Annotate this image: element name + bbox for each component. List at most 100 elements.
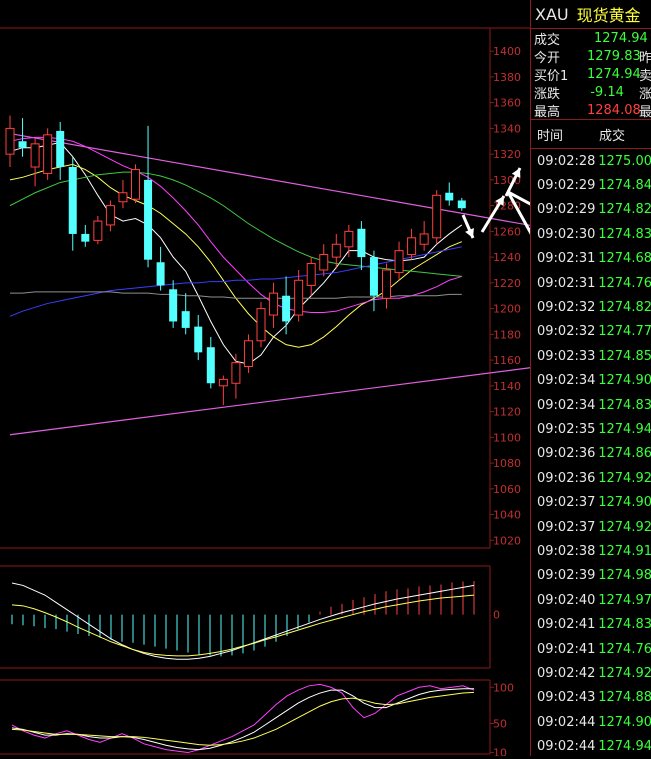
quote-row: 今开 1279.83 昨	[531, 47, 651, 66]
candle-body	[243, 340, 253, 368]
instrument-symbol: XAU	[535, 4, 569, 24]
quote-label: 最高	[534, 104, 561, 120]
tick-time: 09:02:30	[537, 226, 596, 242]
candle-body	[294, 279, 304, 316]
tick-time: 09:02:36	[537, 470, 596, 486]
quote-panel: XAU 现货黄金 成交 1274.94 今开 1279.83 昨 买价1 127…	[530, 0, 651, 756]
tick-price: 1274.94	[598, 421, 651, 437]
candle-body	[43, 134, 53, 174]
tick-row: 09:02:30 1274.83	[531, 222, 651, 246]
tick-header-time: 时间	[537, 128, 564, 144]
y-tick-label: 1260	[493, 225, 521, 238]
tick-time: 09:02:34	[537, 397, 596, 413]
candle-body	[331, 243, 341, 258]
candle-body	[344, 230, 354, 248]
candle-body	[319, 254, 329, 271]
moving-average-line	[9, 163, 462, 348]
quote-row: 买价1 1274.94 卖	[531, 65, 651, 84]
tick-price: 1274.92	[598, 470, 651, 486]
tick-row: 09:02:37 1274.92	[531, 515, 651, 539]
candle-body	[432, 194, 442, 239]
candle-body	[282, 295, 291, 322]
tick-row: 09:02:38 1274.91	[531, 539, 651, 563]
tick-list[interactable]: 09:02:28 1275.00 09:02:29 1274.84 09:02:29 12…	[531, 149, 651, 759]
tick-time: 09:02:44	[537, 739, 596, 755]
candle-body	[93, 220, 103, 241]
y-tick-label: 1220	[493, 277, 521, 290]
tick-row: 09:02:28 1275.00	[531, 149, 651, 173]
instrument-header: XAU 现货黄金	[531, 0, 651, 29]
tick-row: 09:02:34 1274.90	[531, 369, 651, 393]
tick-time: 09:02:39	[537, 568, 596, 584]
tick-row: 09:02:33 1274.85	[531, 344, 651, 368]
tick-price: 1274.77	[598, 324, 651, 340]
y-tick-label: 1240	[493, 251, 521, 264]
quote-value: 1279.83	[586, 48, 641, 64]
candle-body	[419, 233, 429, 245]
tick-price: 1274.98	[598, 568, 651, 584]
tick-time: 09:02:32	[537, 300, 596, 316]
quote-tail: 卖	[638, 68, 651, 84]
tick-time: 09:02:29	[537, 202, 596, 218]
candle-body	[445, 192, 454, 201]
tick-price: 1274.91	[598, 543, 651, 559]
tick-row: 09:02:29 1274.82	[531, 198, 651, 222]
tick-price: 1274.90	[598, 714, 651, 730]
quote-row: 成交 1274.94	[531, 29, 651, 48]
quote-row: 最高 1284.08 最	[531, 101, 651, 120]
quote-value: 1274.94	[594, 30, 648, 46]
y-tick-label: 1080	[493, 457, 521, 470]
tick-time: 09:02:31	[537, 275, 596, 291]
tick-row: 09:02:35 1274.94	[531, 417, 651, 441]
candle-body	[194, 326, 203, 353]
tick-price: 1274.68	[598, 251, 651, 267]
candle-body	[5, 127, 15, 155]
tick-row: 09:02:34 1274.83	[531, 393, 651, 417]
candle-body	[407, 237, 417, 256]
tick-row: 09:02:31 1274.68	[531, 247, 651, 271]
tick-price: 1274.92	[598, 665, 651, 681]
candle-body	[181, 311, 190, 328]
y-tick-label: 1340	[493, 122, 521, 135]
tick-row: 09:02:44 1274.90	[531, 710, 651, 734]
quote-value: 1274.94	[586, 66, 641, 82]
tick-row: 09:02:31 1274.76	[531, 271, 651, 295]
kdj-line	[11, 683, 475, 754]
candle-body	[18, 141, 27, 148]
tick-price: 1274.84	[598, 178, 651, 194]
y-tick-label: 100	[493, 681, 514, 694]
chart-area[interactable]: 1020 1040 1060 1080 1100 1120 1140 1160 1180 1200…	[0, 0, 530, 756]
tick-price: 1274.92	[598, 519, 651, 535]
candle-body	[357, 228, 366, 258]
tick-price: 1274.88	[598, 690, 651, 706]
candle-body	[269, 292, 279, 316]
candle-body	[30, 143, 40, 168]
candle-body	[56, 130, 65, 168]
y-tick-label: 1140	[493, 380, 521, 393]
y-tick-label: 1320	[493, 148, 521, 161]
quote-label: 今开	[534, 50, 561, 66]
candle-body	[68, 167, 77, 234]
candle-body	[231, 362, 241, 384]
tick-header-price: 成交	[599, 128, 626, 144]
tick-price: 1274.82	[598, 300, 651, 316]
y-tick-label: 1100	[493, 431, 521, 444]
tick-time: 09:02:34	[537, 373, 596, 389]
y-tick-label: 0	[493, 609, 500, 622]
tick-price: 1274.86	[598, 446, 651, 462]
y-tick-label: 10	[493, 747, 507, 756]
tick-row: 09:02:32 1274.82	[531, 295, 651, 319]
candle-body	[81, 233, 90, 242]
tick-time: 09:02:44	[537, 714, 596, 730]
tick-time: 09:02:43	[537, 690, 596, 706]
tick-row: 09:02:36 1274.86	[531, 442, 651, 466]
tick-price: 1274.83	[598, 617, 651, 633]
quote-tail: 最	[638, 104, 651, 120]
tick-row: 09:02:43 1274.88	[531, 686, 651, 710]
candle-body	[306, 263, 316, 286]
candle-body	[169, 289, 178, 322]
y-tick-label: 1060	[493, 483, 521, 496]
quote-tail: 昨	[638, 50, 651, 66]
tick-row: 09:02:41 1274.83	[531, 612, 651, 636]
chart-svg[interactable]: 1020 1040 1060 1080 1100 1120 1140 1160 1180 1200…	[0, 0, 530, 756]
